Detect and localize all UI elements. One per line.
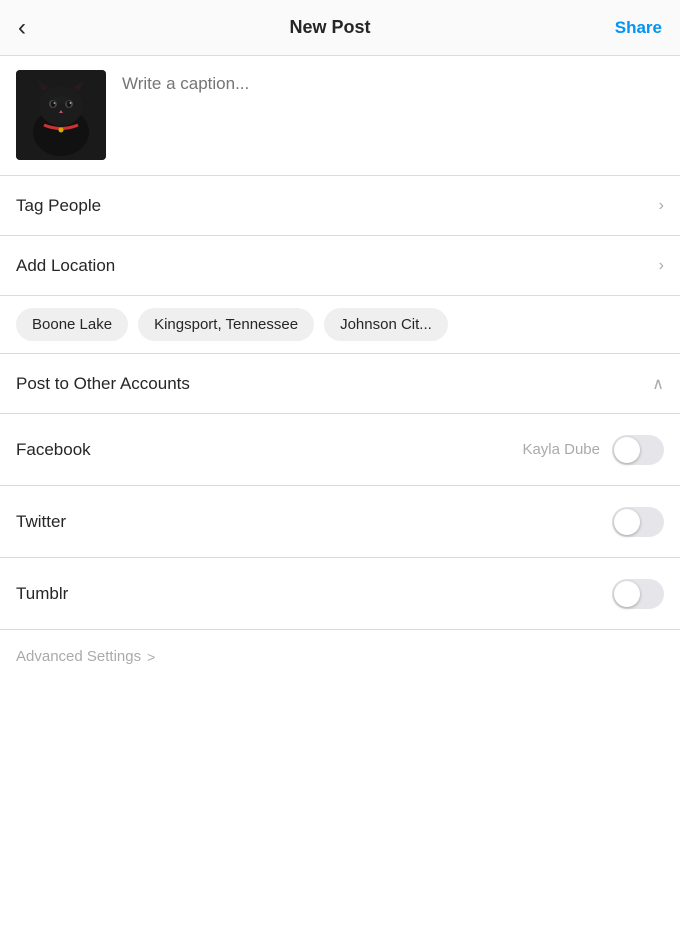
caption-input[interactable] — [122, 70, 664, 114]
share-button[interactable]: Share — [602, 18, 662, 38]
tumblr-toggle-knob — [614, 581, 640, 607]
post-to-other-chevron-icon: ∧ — [652, 374, 664, 394]
facebook-toggle-knob — [614, 437, 640, 463]
back-button[interactable]: ‹ — [18, 14, 58, 42]
location-chip-1[interactable]: Kingsport, Tennessee — [138, 308, 314, 341]
advanced-settings-label: Advanced Settings — [16, 648, 141, 665]
twitter-right — [612, 507, 664, 537]
header: ‹ New Post Share — [0, 0, 680, 56]
tumblr-right — [612, 579, 664, 609]
post-thumbnail — [16, 70, 106, 160]
location-chip-2[interactable]: Johnson Cit... — [324, 308, 448, 341]
facebook-account: Kayla Dube — [522, 441, 600, 458]
advanced-settings-chevron-icon: > — [147, 649, 155, 665]
facebook-row: Facebook Kayla Dube — [0, 414, 680, 486]
twitter-row: Twitter — [0, 486, 680, 558]
tag-people-chevron-icon: › — [659, 197, 664, 215]
facebook-toggle[interactable] — [612, 435, 664, 465]
advanced-settings-row[interactable]: Advanced Settings > — [0, 630, 680, 683]
tumblr-label: Tumblr — [16, 584, 68, 604]
page-title: New Post — [58, 17, 602, 38]
post-to-other-row[interactable]: Post to Other Accounts ∧ — [0, 354, 680, 414]
tumblr-toggle[interactable] — [612, 579, 664, 609]
twitter-toggle[interactable] — [612, 507, 664, 537]
add-location-row[interactable]: Add Location › — [0, 236, 680, 296]
twitter-toggle-knob — [614, 509, 640, 535]
tag-people-row[interactable]: Tag People › — [0, 176, 680, 236]
location-chips-container: Boone Lake Kingsport, Tennessee Johnson … — [0, 296, 680, 354]
tumblr-row: Tumblr — [0, 558, 680, 630]
add-location-label: Add Location — [16, 256, 115, 276]
twitter-label: Twitter — [16, 512, 66, 532]
location-chip-0[interactable]: Boone Lake — [16, 308, 128, 341]
tag-people-label: Tag People — [16, 196, 101, 216]
add-location-chevron-icon: › — [659, 257, 664, 275]
facebook-right: Kayla Dube — [522, 435, 664, 465]
cat-image — [16, 70, 106, 160]
facebook-label: Facebook — [16, 440, 91, 460]
post-to-other-label: Post to Other Accounts — [16, 374, 190, 394]
caption-area — [0, 56, 680, 176]
